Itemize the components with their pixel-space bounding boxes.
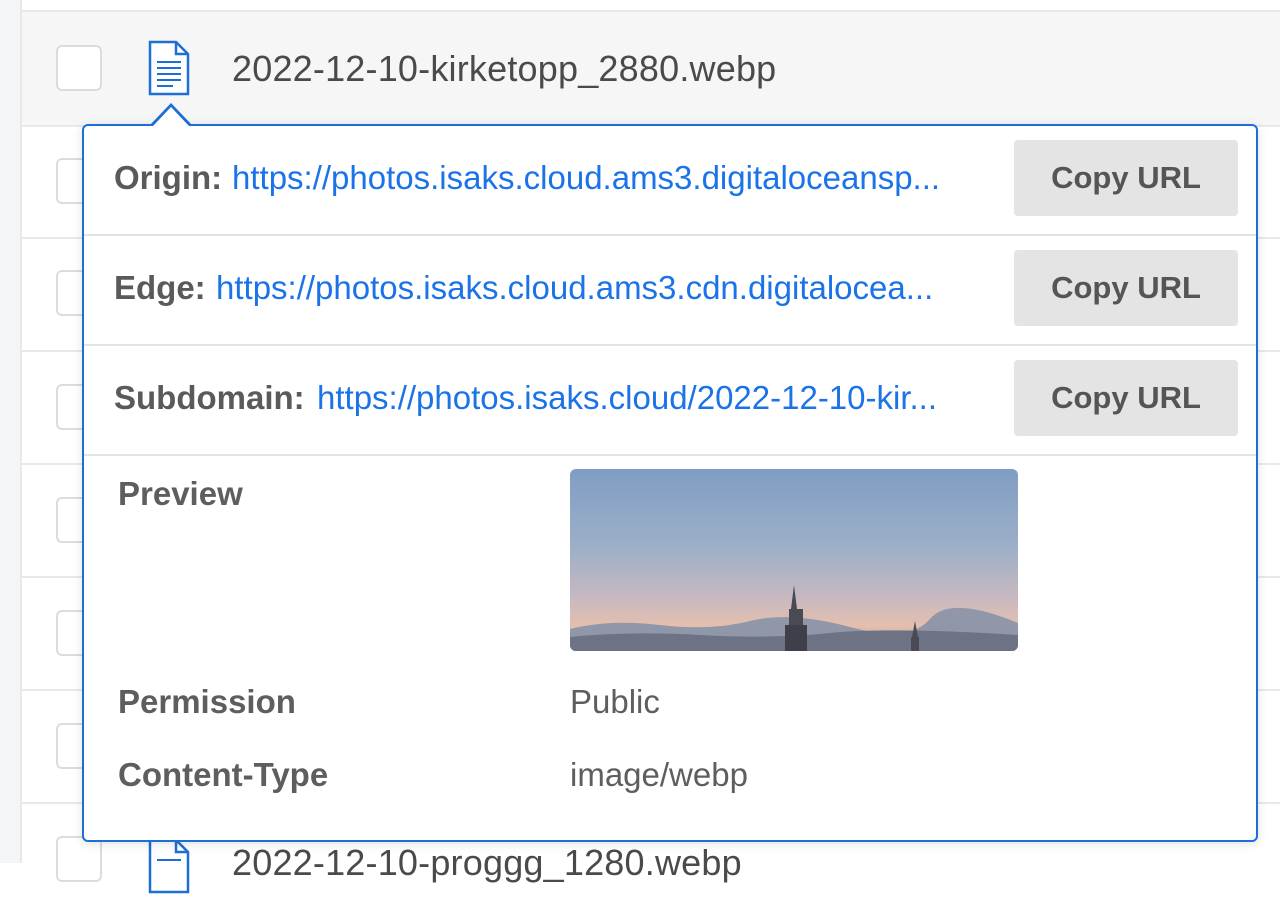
copy-subdomain-url-button[interactable]: Copy URL <box>1014 360 1238 436</box>
file-name[interactable]: 2022-12-10-kirketopp_2880.webp <box>232 48 776 90</box>
document-icon <box>147 40 191 101</box>
file-details-popover: Origin: https://photos.isaks.cloud.ams3.… <box>82 124 1258 842</box>
content-type-value: image/webp <box>570 756 748 793</box>
subdomain-url-link[interactable]: https://photos.isaks.cloud/2022-12-10-ki… <box>317 379 989 417</box>
origin-url-link[interactable]: https://photos.isaks.cloud.ams3.digitalo… <box>232 159 997 197</box>
preview-label: Preview <box>118 475 243 512</box>
file-name[interactable]: 2022-12-10-proggg_1280.webp <box>232 842 742 884</box>
origin-url-row: Origin: https://photos.isaks.cloud.ams3.… <box>84 126 1256 236</box>
subdomain-label: Subdomain: <box>114 379 305 416</box>
subdomain-url-row: Subdomain: https://photos.isaks.cloud/20… <box>84 346 1256 456</box>
document-icon <box>147 838 191 899</box>
permission-value: Public <box>570 683 660 720</box>
popover-arrow-fill <box>153 107 189 126</box>
row-checkbox[interactable] <box>56 836 102 882</box>
edge-label: Edge: <box>114 269 206 306</box>
edge-url-link[interactable]: https://photos.isaks.cloud.ams3.cdn.digi… <box>216 269 991 307</box>
preview-image[interactable] <box>570 469 1018 651</box>
copy-origin-url-button[interactable]: Copy URL <box>1014 140 1238 216</box>
origin-label: Origin: <box>114 159 223 196</box>
permission-label: Permission <box>118 683 296 720</box>
edge-url-row: Edge: https://photos.isaks.cloud.ams3.cd… <box>84 236 1256 346</box>
page-left-gutter <box>0 0 22 863</box>
copy-edge-url-button[interactable]: Copy URL <box>1014 250 1238 326</box>
content-type-label: Content-Type <box>118 756 329 793</box>
row-checkbox[interactable] <box>56 45 102 91</box>
